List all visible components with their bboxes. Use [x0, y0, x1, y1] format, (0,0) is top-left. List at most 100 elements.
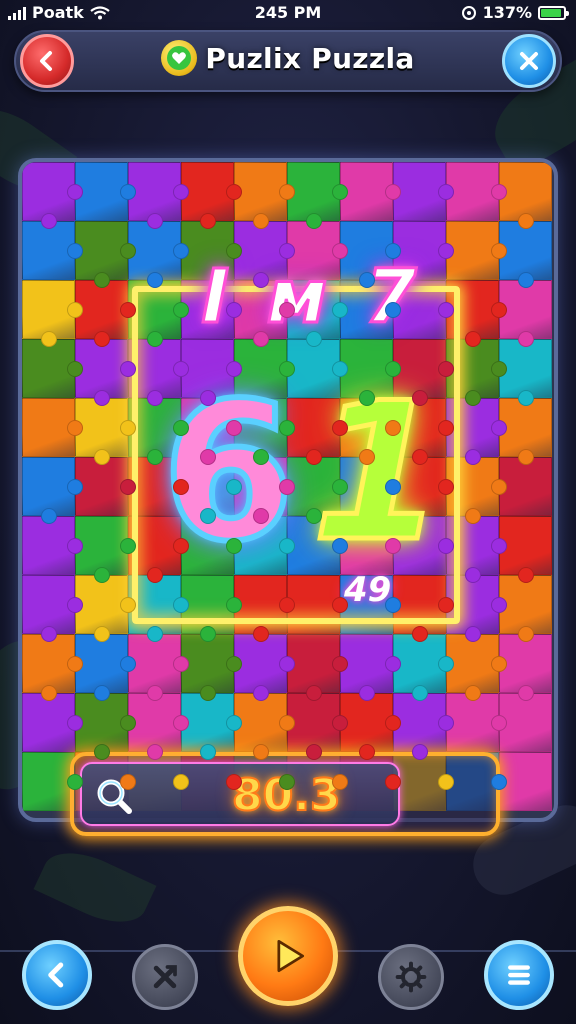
puzzle-piece-knob [226, 597, 242, 613]
puzzle-piece-knob [41, 508, 57, 524]
puzzle-piece[interactable] [22, 693, 83, 752]
puzzle-piece-knob [41, 331, 57, 347]
puzzle-piece-knob [120, 774, 136, 790]
puzzle-piece[interactable] [22, 398, 83, 457]
puzzle-piece-knob [385, 538, 401, 554]
puzzle-piece[interactable] [22, 457, 83, 524]
puzzle-piece-knob [200, 626, 216, 642]
puzzle-piece-knob [412, 449, 428, 465]
neon-digit-right: 1 [309, 362, 446, 583]
play-button[interactable] [238, 906, 338, 1006]
puzzle-piece-knob [41, 626, 57, 642]
puzzle-piece-knob [438, 184, 454, 200]
puzzle-piece-knob [279, 184, 295, 200]
score-bar[interactable]: 80.3 [70, 752, 500, 836]
puzzle-piece-knob [465, 685, 481, 701]
puzzle-piece-knob [359, 272, 375, 288]
puzzle-piece-knob [438, 715, 454, 731]
puzzle-piece-knob [385, 302, 401, 318]
puzzle-board[interactable]: I ᴍ 7 6 1 49 [18, 158, 558, 822]
puzzle-piece[interactable] [22, 162, 83, 229]
puzzle-piece-knob [491, 184, 507, 200]
puzzle-piece-knob [253, 213, 269, 229]
gear-icon [395, 961, 427, 993]
puzzle-piece-knob [67, 715, 83, 731]
puzzle-piece-knob [306, 685, 322, 701]
puzzle-piece-knob [279, 361, 295, 377]
puzzle-piece[interactable] [22, 752, 83, 811]
puzzle-piece-knob [518, 567, 534, 583]
puzzle-piece[interactable] [22, 516, 83, 575]
status-bar: Poatk 245 PM 137% [0, 0, 576, 26]
puzzle-piece-knob [385, 361, 401, 377]
puzzle-piece-knob [200, 213, 216, 229]
puzzle-piece-knob [173, 538, 189, 554]
puzzle-piece-knob [226, 538, 242, 554]
puzzle-piece-knob [306, 213, 322, 229]
puzzle-piece-knob [173, 479, 189, 495]
bottom-nav [0, 906, 576, 1024]
puzzle-piece-knob [226, 479, 242, 495]
puzzle-piece[interactable] [22, 634, 83, 701]
puzzle-piece[interactable] [22, 280, 83, 347]
puzzle-piece-knob [332, 243, 348, 259]
menu-button[interactable] [484, 940, 554, 1010]
puzzle-piece-knob [94, 744, 110, 760]
puzzle-piece-knob [279, 243, 295, 259]
battery-level [541, 8, 561, 17]
puzzle-piece-knob [306, 449, 322, 465]
puzzle-piece-knob [226, 243, 242, 259]
clock: 245 PM [254, 3, 322, 22]
puzzle-piece-knob [120, 479, 136, 495]
puzzle-piece-knob [226, 184, 242, 200]
puzzle-piece-knob [173, 243, 189, 259]
puzzle-piece-knob [147, 449, 163, 465]
puzzle-piece-knob [226, 361, 242, 377]
puzzle-piece[interactable] [22, 339, 83, 398]
puzzle-piece-knob [332, 302, 348, 318]
puzzle-piece-knob [67, 243, 83, 259]
puzzle-piece-knob [120, 597, 136, 613]
puzzle-piece-knob [147, 685, 163, 701]
puzzle-piece-knob [94, 685, 110, 701]
puzzle-piece-knob [438, 538, 454, 554]
puzzle-piece-knob [253, 449, 269, 465]
puzzle-piece-knob [67, 479, 83, 495]
score-panel: 80.3 [80, 762, 400, 826]
puzzle-piece-knob [279, 656, 295, 672]
puzzle-piece-knob [120, 538, 136, 554]
puzzle-piece-knob [147, 390, 163, 406]
puzzle-piece-knob [67, 774, 83, 790]
puzzle-piece-knob [385, 597, 401, 613]
puzzle-piece-knob [279, 479, 295, 495]
puzzle-piece[interactable] [22, 221, 83, 280]
puzzle-piece-knob [385, 774, 401, 790]
puzzle-piece-knob [120, 656, 136, 672]
puzzle-piece[interactable] [22, 575, 83, 642]
puzzle-piece-knob [518, 331, 534, 347]
shuffle-button[interactable] [132, 944, 198, 1010]
puzzle-piece-knob [253, 331, 269, 347]
battery-percent: 137% [482, 3, 532, 22]
puzzle-piece-knob [253, 508, 269, 524]
puzzle-piece-knob [147, 626, 163, 642]
puzzle-piece-knob [200, 508, 216, 524]
puzzle-piece-knob [385, 715, 401, 731]
close-button[interactable] [502, 34, 556, 88]
nav-back-button[interactable] [22, 940, 92, 1010]
puzzle-piece-knob [465, 390, 481, 406]
puzzle-piece-knob [359, 685, 375, 701]
puzzle-piece-knob [200, 390, 216, 406]
puzzle-piece-knob [120, 302, 136, 318]
puzzle-piece-knob [41, 685, 57, 701]
puzzle-piece-knob [67, 597, 83, 613]
puzzle-piece-knob [332, 361, 348, 377]
puzzle-piece-knob [306, 508, 322, 524]
puzzle-piece-knob [518, 449, 534, 465]
puzzle-piece-knob [518, 685, 534, 701]
settings-button[interactable] [378, 944, 444, 1010]
puzzle-piece-knob [491, 715, 507, 731]
puzzle-piece-knob [253, 626, 269, 642]
puzzle-piece-knob [226, 715, 242, 731]
puzzle-piece-knob [518, 626, 534, 642]
